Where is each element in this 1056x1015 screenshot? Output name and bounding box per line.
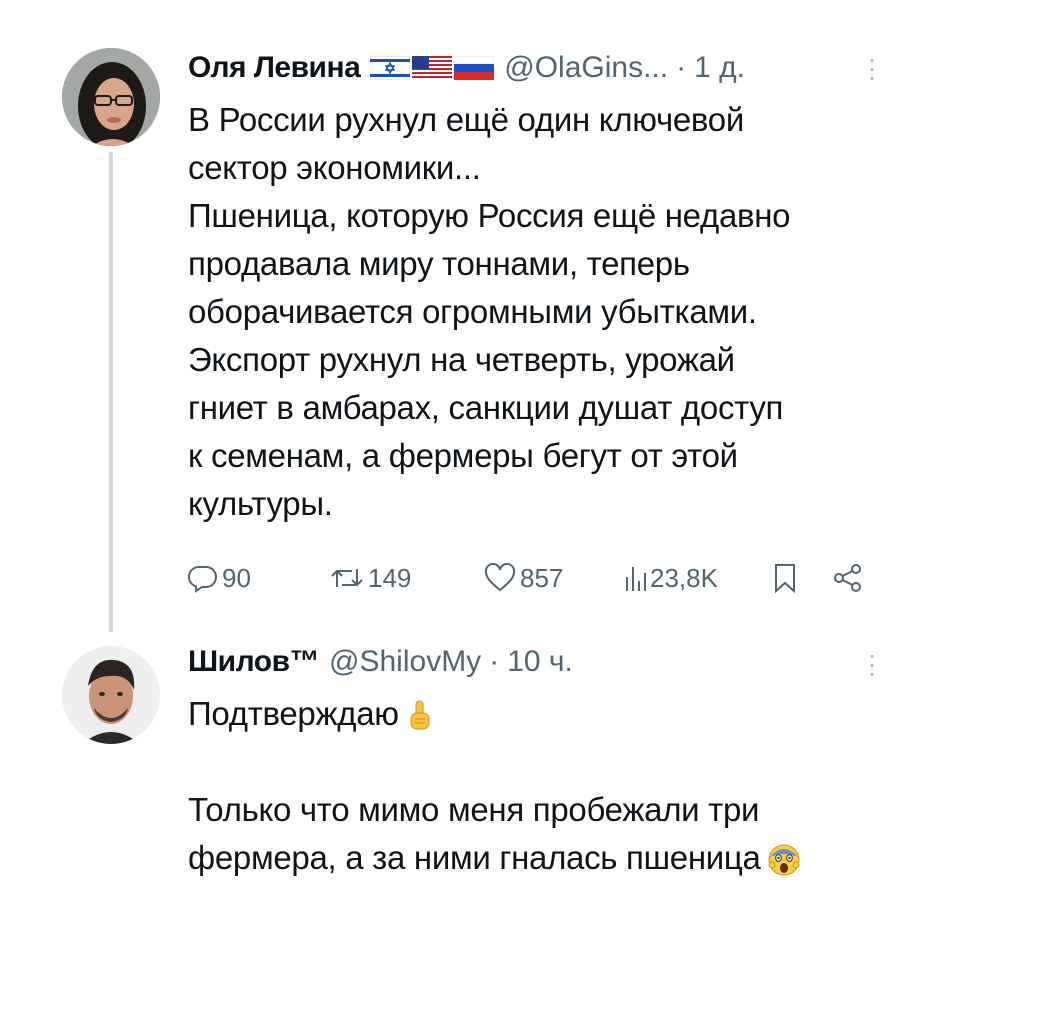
post-text: В России рухнул ещё один ключевой сектор…	[188, 96, 908, 528]
reply-text: Подтверждаю Только что мимо меня пробежа…	[188, 690, 908, 882]
author-name[interactable]: Оля Левина	[188, 51, 361, 85]
reply-header: Шилов™ @ShilovMy · 10 ч.	[188, 642, 573, 682]
header-separator: ·	[489, 645, 500, 678]
post-text-line: культуры.	[188, 485, 333, 522]
reply-author-name[interactable]: Шилов™	[188, 645, 320, 679]
reply-line3: фермера, а за ними гналась пшеница	[188, 839, 761, 876]
reply-line1: Подтверждаю	[188, 695, 399, 732]
more-options-icon[interactable]: · · ·	[866, 45, 878, 91]
post-text-line: оборачивается огромными убытками.	[188, 293, 757, 330]
post-action-bar: 90 149 857 23,8K	[188, 556, 878, 600]
reply-button[interactable]: 90	[188, 556, 251, 600]
bookmark-button[interactable]	[772, 556, 798, 600]
repost-count: 149	[368, 562, 412, 593]
post-text-line: Экспорт рухнул на четверть, урожай	[188, 341, 735, 378]
views-chart-icon	[626, 567, 646, 591]
reply-icon	[188, 565, 217, 593]
russia-flag-icon	[454, 56, 495, 80]
author-flags	[370, 56, 495, 80]
header-separator: ·	[676, 51, 687, 84]
reply-time[interactable]: 10 ч.	[507, 645, 573, 679]
post-text-line: В России рухнул ещё один ключевой	[188, 101, 744, 138]
repost-icon	[331, 569, 363, 587]
reply-text-line: фермера, а за ними гналась пшеница	[188, 834, 908, 882]
reply-text-line: Подтверждаю	[188, 690, 908, 738]
share-icon	[834, 564, 861, 592]
post-text-line: продавала миру тоннами, теперь	[188, 245, 690, 282]
post-text-line: к семенам, а фермеры бегут от этой	[188, 437, 738, 474]
views-button[interactable]: 23,8K	[624, 556, 718, 600]
like-button[interactable]: 857	[484, 556, 563, 600]
reply-author-avatar[interactable]	[62, 646, 160, 744]
views-count: 23,8K	[650, 562, 718, 593]
post-text-line: Пшеница, которую Россия ещё недавно	[188, 197, 791, 234]
post-header: Оля Левина @OlaGins... · 1 д.	[188, 48, 745, 88]
post-text-line: гниет в амбарах, санкции душат доступ	[188, 389, 784, 426]
bookmark-icon	[775, 564, 795, 594]
like-count: 857	[520, 562, 564, 593]
heart-icon	[484, 563, 516, 592]
author-handle[interactable]: @OlaGins...	[504, 51, 668, 85]
post-text-line: сектор экономики...	[188, 149, 481, 186]
reply-author-handle[interactable]: @ShilovMy	[329, 645, 481, 679]
thread-connector-line	[109, 152, 113, 632]
avatar-image	[62, 48, 160, 146]
usa-flag-icon	[412, 56, 453, 80]
screaming-face-emoji-icon	[768, 844, 800, 876]
reply-count: 90	[222, 562, 251, 593]
reply-line2: Только что мимо меня пробежали три	[188, 791, 760, 828]
reply-more-options-icon[interactable]: · · ·	[866, 641, 878, 687]
post-time[interactable]: 1 д.	[694, 51, 745, 85]
share-button[interactable]	[832, 556, 864, 600]
author-avatar[interactable]	[62, 48, 160, 146]
israel-flag-icon	[370, 56, 411, 80]
repost-button[interactable]: 149	[330, 556, 411, 600]
pointing-up-emoji-icon	[410, 700, 430, 730]
avatar-image	[62, 646, 160, 744]
